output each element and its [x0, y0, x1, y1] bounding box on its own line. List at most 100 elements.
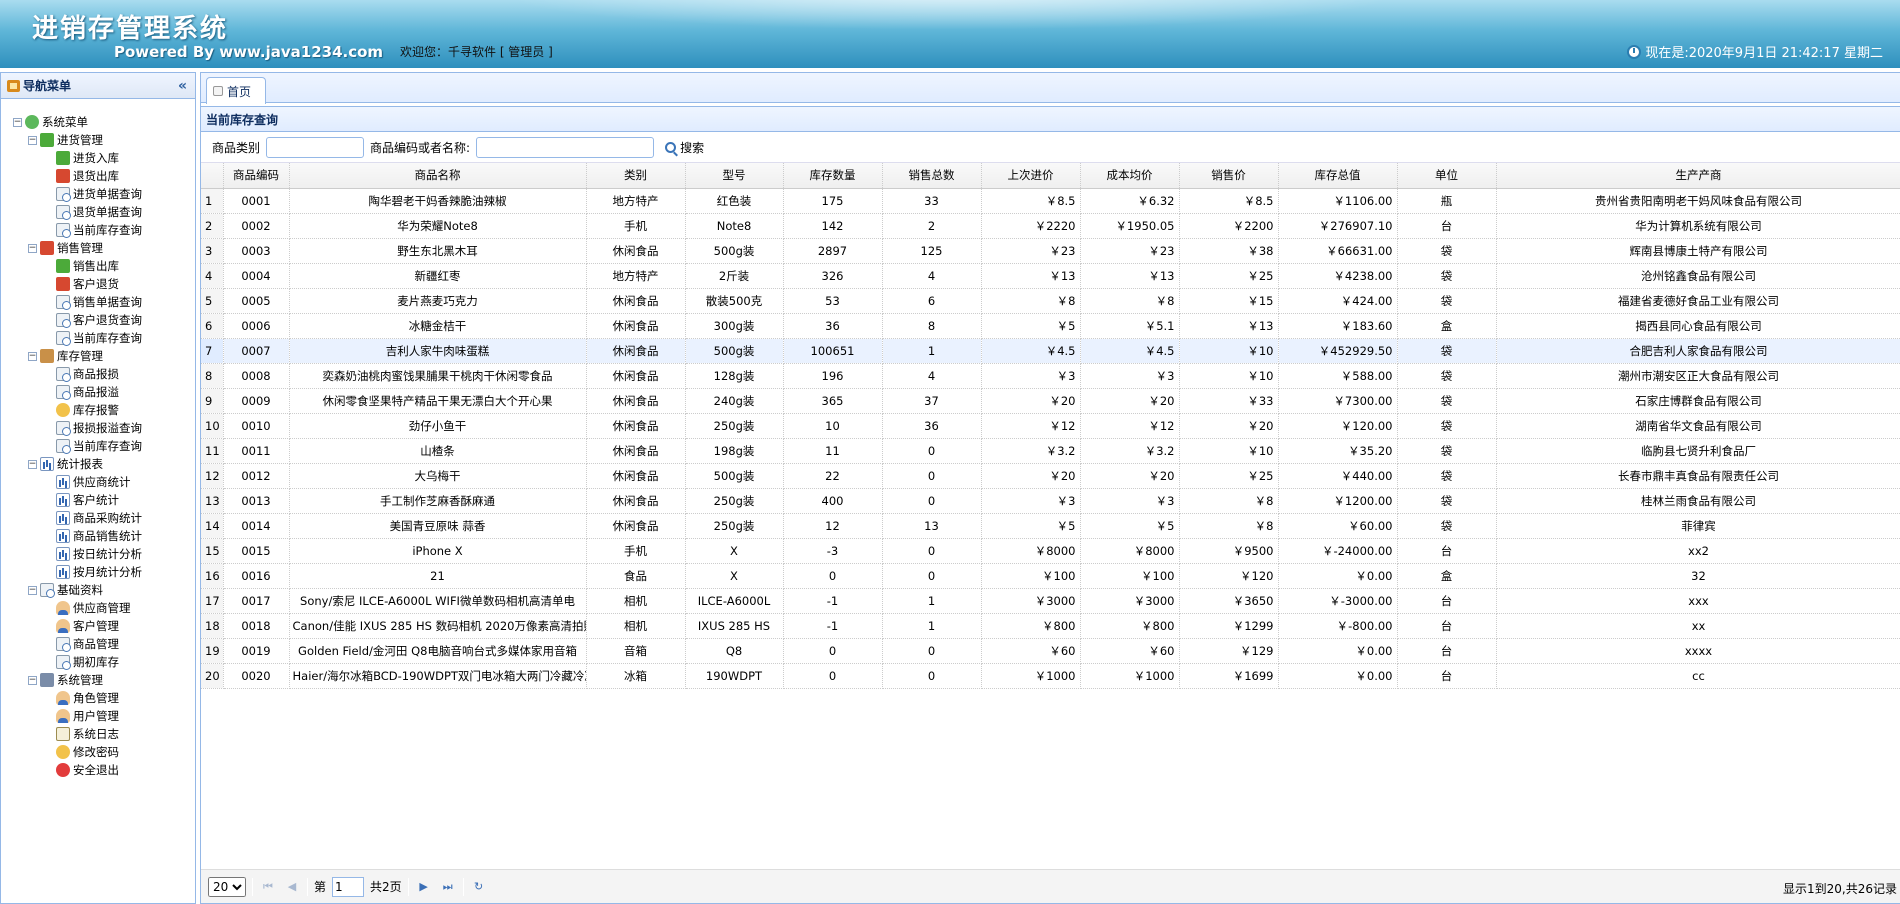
- collapse-toggle-icon[interactable]: −: [28, 675, 37, 685]
- tree-item[interactable]: 客户退货: [13, 275, 195, 293]
- next-page-icon[interactable]: ▶: [415, 878, 433, 896]
- table-row[interactable]: 12 0012 大乌梅干 休闲食品 500g装 22 0 ￥20 ￥20 ￥25 ￥440.00 袋长…: [201, 463, 1900, 489]
- column-header[interactable]: 商品编码: [223, 163, 290, 189]
- table-row[interactable]: 1 0001 陶华碧老干妈香辣脆油辣椒 地方特产 红色装 175 33 ￥8.5 ￥6.32 ￥8…: [201, 188, 1900, 214]
- collapse-sidebar-icon[interactable]: «: [178, 78, 187, 94]
- column-header[interactable]: 成本均价: [1080, 163, 1180, 189]
- collapse-toggle-icon[interactable]: −: [28, 351, 37, 361]
- collapse-toggle-icon[interactable]: −: [13, 117, 22, 127]
- column-header[interactable]: 库存数量: [783, 163, 883, 189]
- user-icon: [56, 619, 70, 633]
- table-cell: cc: [1496, 663, 1900, 689]
- table-row[interactable]: 4 0004 新疆红枣 地方特产 2斤装 326 4 ￥13 ￥13 ￥25 ￥4238.00 袋沧州…: [201, 263, 1900, 289]
- table-row[interactable]: 3 0003 野生东北黑木耳 休闲食品 500g装 2897 125 ￥23 ￥23 ￥38 ￥66…: [201, 238, 1900, 264]
- tree-item[interactable]: 库存报警: [13, 401, 195, 419]
- tree-item[interactable]: 修改密码: [13, 743, 195, 761]
- column-header[interactable]: 上次进价: [981, 163, 1081, 189]
- search-button[interactable]: 搜索: [665, 139, 704, 156]
- tree-item[interactable]: 供应商管理: [13, 599, 195, 617]
- tree-item[interactable]: 商品报损: [13, 365, 195, 383]
- column-header[interactable]: 类别: [586, 163, 686, 189]
- table-row[interactable]: 10 0010 劲仔小鱼干 休闲食品 250g装 10 36 ￥12 ￥12 ￥20 ￥120.00…: [201, 413, 1900, 439]
- page-number-input[interactable]: [332, 876, 365, 897]
- tree-item[interactable]: 按月统计分析: [13, 563, 195, 581]
- tree-item[interactable]: 供应商统计: [13, 473, 195, 491]
- column-header[interactable]: 商品名称: [289, 163, 587, 189]
- tree-item[interactable]: 退货出库: [13, 167, 195, 185]
- last-page-icon[interactable]: ⏭: [439, 878, 457, 896]
- tree-node-label: 系统日志: [73, 727, 119, 741]
- tree-item[interactable]: 用户管理: [13, 707, 195, 725]
- tree-item[interactable]: 当前库存查询: [13, 329, 195, 347]
- table-cell: 0: [882, 488, 982, 514]
- table-cell: 陶华碧老干妈香辣脆油辣椒: [289, 188, 587, 214]
- table-row[interactable]: 13 0013 手工制作芝麻香酥麻通 休闲食品 250g装 400 0 ￥3 ￥3 ￥8 ￥1200…: [201, 488, 1900, 514]
- table-row[interactable]: 5 0005 麦片燕麦巧克力 休闲食品 散装500克 53 6 ￥8 ￥8 ￥15 ￥424.00 袋…: [201, 288, 1900, 314]
- column-header[interactable]: 单位: [1397, 163, 1497, 189]
- table-row[interactable]: 15 0015 iPhone X 手机 X -3 0 ￥8000 ￥8000 ￥9500 ￥-240…: [201, 538, 1900, 564]
- tree-group[interactable]: − 库存管理: [13, 347, 195, 365]
- keyword-input[interactable]: [476, 136, 655, 158]
- tree-item[interactable]: 商品报溢: [13, 383, 195, 401]
- table-row[interactable]: 11 0011 山楂条 休闲食品 198g装 11 0 ￥3.2 ￥3.2 ￥10 ￥35.20 袋临…: [201, 438, 1900, 464]
- tree-group[interactable]: − 统计报表: [13, 455, 195, 473]
- table-cell: ￥20: [1080, 388, 1180, 414]
- column-header[interactable]: 型号: [685, 163, 784, 189]
- column-header[interactable]: [201, 163, 224, 189]
- tree-item[interactable]: 商品销售统计: [13, 527, 195, 545]
- collapse-toggle-icon[interactable]: −: [28, 243, 37, 253]
- table-row[interactable]: 16 0016 21 食品 X 0 0 ￥100 ￥100 ￥120 ￥0.00 盒 32: [201, 563, 1900, 589]
- page-size-select[interactable]: 20: [208, 876, 246, 897]
- tree-group[interactable]: − 系统管理: [13, 671, 195, 689]
- table-row[interactable]: 17 0017 Sony/索尼 ILCE-A6000L WIFI微单数码相机高清单电…: [201, 588, 1900, 614]
- tree-item[interactable]: 按日统计分析: [13, 545, 195, 563]
- table-cell: ￥800: [1080, 613, 1180, 639]
- table-row[interactable]: 14 0014 美国青豆原味 蒜香 休闲食品 250g装 12 13 ￥5 ￥5 ￥8 ￥60.00…: [201, 513, 1900, 539]
- table-row[interactable]: 18 0018 Canon/佳能 IXUS 285 HS 数码相机 2020万像素高…: [201, 613, 1900, 639]
- table-row[interactable]: 6 0006 冰糖金桔干 休闲食品 300g装 36 8 ￥5 ￥5.1 ￥13 ￥183.60 盒揭…: [201, 313, 1900, 339]
- table-row[interactable]: 20 0020 Haier/海尔冰箱BCD-190WDPT双门电冰箱大两门冷藏冷冻冰…: [201, 663, 1900, 689]
- tree-item[interactable]: 销售单据查询: [13, 293, 195, 311]
- tree-item[interactable]: 退货单据查询: [13, 203, 195, 221]
- tree-item[interactable]: 销售出库: [13, 257, 195, 275]
- category-input[interactable]: [266, 136, 365, 158]
- tree-item[interactable]: 商品采购统计: [13, 509, 195, 527]
- tree-item[interactable]: 期初库存: [13, 653, 195, 671]
- tree-root[interactable]: − 系统菜单: [13, 113, 195, 131]
- table-row[interactable]: 9 0009 休闲零食坚果特产精品干果无漂白大个开心果 休闲食品 240g装 365 37 ￥…: [201, 388, 1900, 414]
- tree-item[interactable]: 进货入库: [13, 149, 195, 167]
- tree-item[interactable]: 商品管理: [13, 635, 195, 653]
- tree-item[interactable]: 安全退出: [13, 761, 195, 779]
- tree-item[interactable]: 系统日志: [13, 725, 195, 743]
- collapse-toggle-icon[interactable]: −: [28, 459, 37, 469]
- tree-item[interactable]: 当前库存查询: [13, 437, 195, 455]
- table-row[interactable]: 7 0007 吉利人家牛肉味蛋糕 休闲食品 500g装 100651 1 ￥4.5 ￥4.5 ￥1…: [201, 338, 1900, 364]
- tree-item[interactable]: 当前库存查询: [13, 221, 195, 239]
- collapse-toggle-icon[interactable]: −: [28, 585, 37, 595]
- column-header[interactable]: 生产产商: [1496, 163, 1900, 189]
- tree-item[interactable]: 进货单据查询: [13, 185, 195, 203]
- collapse-toggle-icon[interactable]: −: [28, 135, 37, 145]
- first-page-icon[interactable]: ⏮: [259, 878, 277, 896]
- tree-group[interactable]: − 基础资料: [13, 581, 195, 599]
- refresh-icon[interactable]: ↻: [470, 878, 488, 896]
- column-header[interactable]: 销售总数: [882, 163, 982, 189]
- row-number: 18: [201, 613, 224, 639]
- tree-item[interactable]: 报损报溢查询: [13, 419, 195, 437]
- tree-item[interactable]: 角色管理: [13, 689, 195, 707]
- column-header[interactable]: 库存总值: [1278, 163, 1398, 189]
- pager-separator: [407, 877, 409, 896]
- column-header[interactable]: 销售价: [1179, 163, 1279, 189]
- tab-home[interactable]: 首页: [206, 77, 266, 104]
- table-row[interactable]: 2 0002 华为荣耀Note8 手机 Note8 142 2 ￥2220 ￥1950.05 ￥2…: [201, 213, 1900, 239]
- table-cell: ￥20: [981, 388, 1081, 414]
- tree-group[interactable]: − 销售管理: [13, 239, 195, 257]
- table-row[interactable]: 19 0019 Golden Field/金河田 Q8电脑音响台式多媒体家用音箱 音箱…: [201, 638, 1900, 664]
- tree-group[interactable]: − 进货管理: [13, 131, 195, 149]
- tree-item[interactable]: 客户退货查询: [13, 311, 195, 329]
- tree-item[interactable]: 客户统计: [13, 491, 195, 509]
- tree-node-label: 报损报溢查询: [73, 421, 142, 435]
- prev-page-icon[interactable]: ◀: [283, 878, 301, 896]
- table-row[interactable]: 8 0008 奕森奶油桃肉蜜饯果脯果干桃肉干休闲零食品 休闲食品 128g装 196 4 ￥3…: [201, 363, 1900, 389]
- tree-item[interactable]: 客户管理: [13, 617, 195, 635]
